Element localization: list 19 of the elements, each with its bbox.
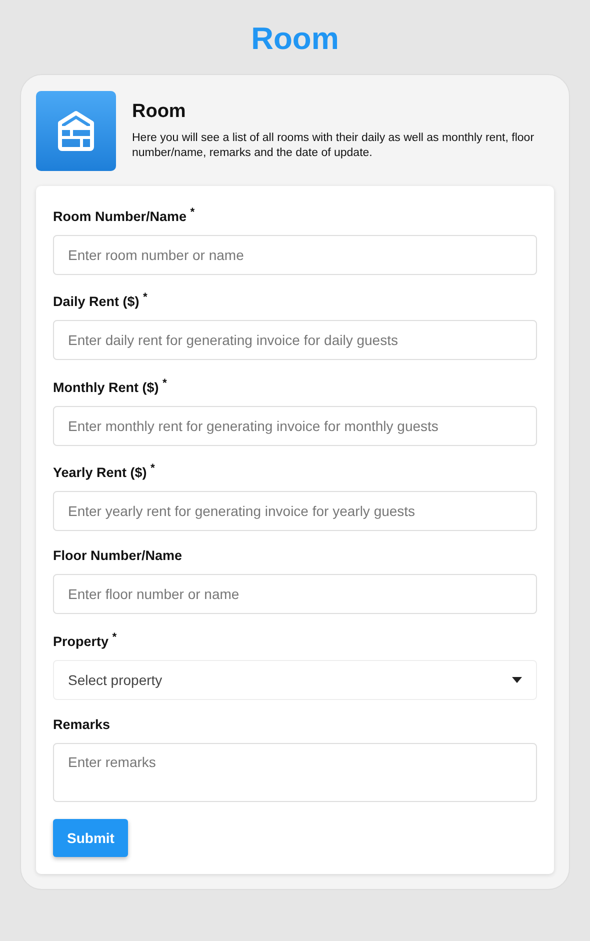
- input-field[interactable]: Enter floor number or name: [53, 574, 537, 614]
- room-icon: [36, 91, 116, 171]
- field-label: Floor Number/Name: [53, 548, 184, 563]
- textarea-field[interactable]: Enter remarks: [53, 742, 537, 802]
- input-field[interactable]: Enter room number or name: [53, 234, 537, 274]
- field-label: Daily Rent ($) $^{*}$: [53, 292, 148, 309]
- input-field[interactable]: Enter yearly rent for generating invoice for yearly guests: [53, 491, 537, 531]
- section-description: Here you will see a list of all rooms with their daily as well as monthly rent, floor number/name, remarks and the date of update.: [132, 131, 536, 161]
- section-title: Room: [132, 101, 187, 123]
- page-title: Room: [250, 20, 340, 58]
- input-field[interactable]: Enter daily rent for generating invoice for daily guests: [53, 320, 537, 360]
- select-dropdown[interactable]: Select property: [53, 660, 537, 700]
- caret-icon: [512, 676, 522, 682]
- field-label: Yearly Rent ($) $^{*}$: [53, 462, 156, 480]
- field-label: Monthly Rent ($) $^{*}$: [53, 377, 168, 394]
- input-field[interactable]: Enter monthly rent for generating invoice for monthly guests: [53, 406, 537, 446]
- field-label: Property $^{*}$: [53, 631, 118, 648]
- field-label: Remarks: [53, 716, 112, 732]
- field-label: Room Number/Name $^{*}$: [53, 206, 196, 224]
